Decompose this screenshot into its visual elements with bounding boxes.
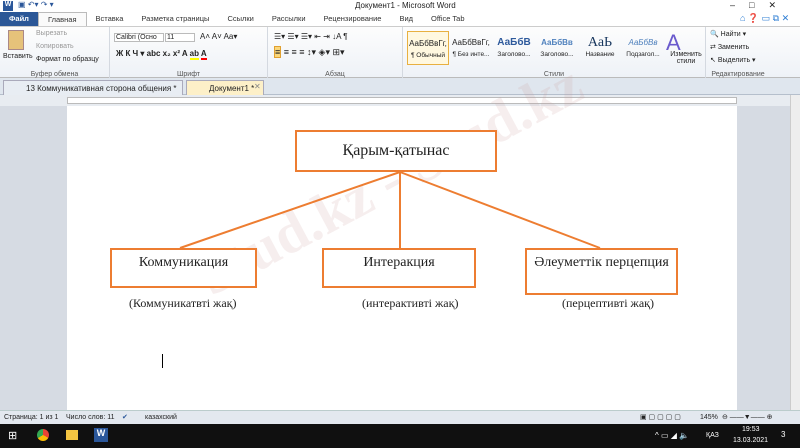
tab-references[interactable]: Ссылки <box>218 12 262 26</box>
word-count[interactable]: Число слов: 11 <box>66 411 115 424</box>
start-icon[interactable]: ⊞ <box>8 429 17 442</box>
input-language[interactable]: ҚАЗ <box>706 432 719 439</box>
change-styles-button[interactable]: Изменить стили <box>669 51 703 65</box>
box-interaction[interactable]: Интеракция <box>322 248 476 288</box>
zoom-level[interactable]: 145% <box>700 411 718 424</box>
taskbar: ⊞ W ^ ▭ ◢ 🔈 ҚАЗ 19:53 13.03.2021 3 <box>0 424 800 448</box>
font-size-select[interactable]: 11 <box>165 33 195 42</box>
style-no-spacing[interactable]: АаБбВвГг, ¶ Без инте... <box>450 31 492 65</box>
caption-perception: (перцептивті жақ) <box>562 296 654 310</box>
word-icon: W <box>3 1 13 11</box>
style-subtitle[interactable]: АаБбВв Подзагол... <box>622 31 664 65</box>
copy-button[interactable]: Копировать <box>36 43 74 50</box>
file-explorer-icon[interactable] <box>66 430 78 440</box>
tray-icons[interactable]: ^ ▭ ◢ 🔈 <box>655 431 689 440</box>
connector-left <box>179 171 401 249</box>
tab-layout[interactable]: Разметка страницы <box>132 12 218 26</box>
ribbon-tabs: Файл Главная Вставка Разметка страницы С… <box>0 12 800 26</box>
tab-insert[interactable]: Вставка <box>87 12 133 26</box>
font-group: Calibri (Осно 11 A˄ A˅ Aa▾ Ж К Ч ▾ abc x… <box>110 27 268 79</box>
paste-icon <box>8 30 24 50</box>
font-grow-shrink[interactable]: A˄ A˅ Aa▾ <box>200 32 237 41</box>
page-count[interactable]: Страница: 1 из 1 <box>4 411 58 424</box>
title-bar: W ▣ ↶▾ ↷ ▾ Документ1 - Microsoft Word –□… <box>0 0 800 12</box>
root-box[interactable]: Қарым-қатынас <box>295 130 497 172</box>
editing-label: Редактирование <box>711 71 765 78</box>
word-taskbar-icon[interactable]: W <box>94 428 108 442</box>
caption-communication: (Коммуникатвті жақ) <box>129 296 237 310</box>
box-perception[interactable]: Әлеуметтік перцепция <box>525 248 678 295</box>
chrome-icon[interactable] <box>37 429 49 441</box>
replace-button[interactable]: ⇄ Заменить <box>710 43 749 51</box>
notification-count[interactable]: 3 <box>781 430 785 439</box>
clipboard-group: Вставить Вырезать Копировать Формат по о… <box>0 27 110 79</box>
help-icon[interactable]: ⌂ ❓ ▭ ⧉ ✕ <box>740 13 789 24</box>
clipboard-label: Буфер обмена <box>30 71 79 78</box>
window-title: Документ1 - Microsoft Word <box>355 1 456 10</box>
ribbon: Вставить Вырезать Копировать Формат по о… <box>0 26 800 79</box>
zoom-slider[interactable]: ⊖ ——▼—— ⊕ <box>722 411 773 424</box>
select-button[interactable]: ↖ Выделить ▾ <box>710 56 756 64</box>
tab-review[interactable]: Рецензирование <box>315 12 391 26</box>
find-button[interactable]: 🔍 Найти ▾ <box>710 30 746 38</box>
doc-tab-1[interactable]: 13 Коммуникативная сторона общения * <box>3 80 183 95</box>
tab-home[interactable]: Главная <box>37 12 87 26</box>
style-normal[interactable]: АаБбВвГг, ¶ Обычный <box>407 31 449 65</box>
doc-tab-2[interactable]: Документ1 * <box>186 80 264 95</box>
style-heading1[interactable]: АаБбВ Заголово... <box>493 31 535 65</box>
quick-access-toolbar[interactable]: ▣ ↶▾ ↷ ▾ <box>18 0 54 9</box>
window-controls[interactable]: –□✕ <box>730 0 790 11</box>
paste-button[interactable]: Вставить <box>3 53 33 60</box>
status-bar: Страница: 1 из 1 Число слов: 11 ✔ казахс… <box>0 410 800 424</box>
format-painter-button[interactable]: Формат по образцу <box>36 56 99 63</box>
font-name-select[interactable]: Calibri (Осно <box>114 33 164 42</box>
align-buttons[interactable]: ≡ ≡ ≡ ≡ ↕▾ ◈▾ ⊞▾ <box>274 46 345 58</box>
view-buttons[interactable]: ▣ ▢ ▢ ▢ ▢ <box>640 411 681 424</box>
horizontal-ruler[interactable] <box>0 95 800 106</box>
tab-office-tab[interactable]: Office Tab <box>422 12 474 26</box>
style-title[interactable]: АаЬ Название <box>579 31 621 65</box>
tab-file[interactable]: Файл <box>0 12 38 26</box>
language[interactable]: казахский <box>145 411 177 424</box>
font-format-buttons[interactable]: Ж К Ч ▾ abc x₂ x² A ab A <box>116 49 207 60</box>
document-tabs: 13 Коммуникативная сторона общения * Док… <box>0 78 800 95</box>
cut-button[interactable]: Вырезать <box>36 30 67 37</box>
spellcheck-icon[interactable]: ✔ <box>122 411 128 424</box>
clock-date[interactable]: 13.03.2021 <box>733 437 768 444</box>
box-communication[interactable]: Коммуникация <box>110 248 257 288</box>
connector-right <box>399 171 601 249</box>
text-cursor <box>162 354 163 368</box>
clock-time[interactable]: 19:53 <box>742 426 760 433</box>
paragraph-group: ☰▾ ☰▾ ☰▾ ⇤ ⇥ ↓A ¶ ≡ ≡ ≡ ≡ ↕▾ ◈▾ ⊞▾ Абзац <box>268 27 403 79</box>
font-label: Шрифт <box>176 71 201 78</box>
editing-group: 🔍 Найти ▾ ⇄ Заменить ↖ Выделить ▾ Редакт… <box>706 27 770 79</box>
close-tab-icon[interactable]: ✕ <box>254 82 261 91</box>
vertical-scrollbar[interactable] <box>790 95 800 410</box>
tab-mailings[interactable]: Рассылки <box>263 12 315 26</box>
paragraph-label: Абзац <box>325 71 345 78</box>
tab-view[interactable]: Вид <box>390 12 422 26</box>
caption-interaction: (интерактивті жақ) <box>362 296 459 310</box>
document-page[interactable]: Stud.kz - Stud.kz Қарым-қатынас Коммуник… <box>67 51 737 410</box>
list-buttons[interactable]: ☰▾ ☰▾ ☰▾ ⇤ ⇥ ↓A ¶ <box>274 32 348 41</box>
